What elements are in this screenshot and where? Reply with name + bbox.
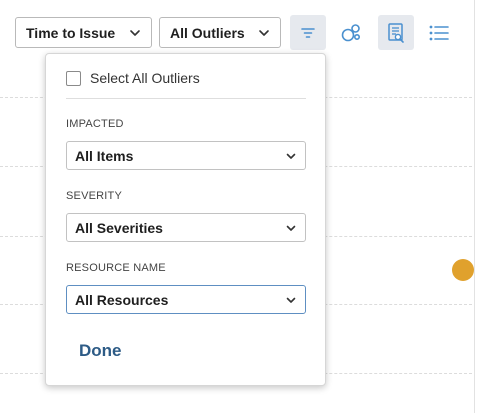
outlier-data-point[interactable]: [452, 259, 474, 281]
select-all-checkbox[interactable]: [66, 70, 81, 86]
chevron-down-icon: [259, 29, 269, 36]
resource-name-select-value: All Resources: [75, 291, 169, 308]
select-all-label: Select All Outliers: [90, 70, 200, 86]
filter-icon: [301, 27, 315, 38]
divider: [66, 98, 306, 99]
chevron-down-icon: [130, 29, 140, 36]
chevron-down-icon: [286, 297, 296, 303]
severity-select[interactable]: All Severities: [66, 213, 306, 242]
filter-popover: Select All Outliers IMPACTED All Items S…: [45, 53, 326, 386]
outlier-select[interactable]: All Outliers: [159, 17, 281, 48]
list-view-button[interactable]: [421, 15, 457, 50]
filter-button[interactable]: [290, 15, 326, 50]
resource-name-label: RESOURCE NAME: [66, 262, 166, 274]
severity-select-value: All Severities: [75, 219, 163, 236]
impacted-select[interactable]: All Items: [66, 141, 306, 170]
impacted-label: IMPACTED: [66, 118, 124, 130]
list-icon: [429, 25, 449, 40]
metric-select-value: Time to Issue: [26, 24, 116, 41]
severity-label: SEVERITY: [66, 190, 123, 202]
select-all-outliers-checkbox-row[interactable]: Select All Outliers: [66, 70, 200, 86]
impacted-select-value: All Items: [75, 147, 134, 164]
chevron-down-icon: [286, 153, 296, 159]
report-button[interactable]: [378, 15, 414, 50]
done-button[interactable]: Done: [79, 341, 122, 361]
bubbles-icon: [341, 23, 361, 41]
report-icon: [388, 22, 404, 43]
outlier-select-value: All Outliers: [170, 24, 245, 41]
bubble-chart-button[interactable]: [333, 15, 369, 50]
resource-name-select[interactable]: All Resources: [66, 285, 306, 314]
chart-right-border: [474, 0, 475, 413]
chevron-down-icon: [286, 225, 296, 231]
metric-select[interactable]: Time to Issue: [15, 17, 152, 48]
